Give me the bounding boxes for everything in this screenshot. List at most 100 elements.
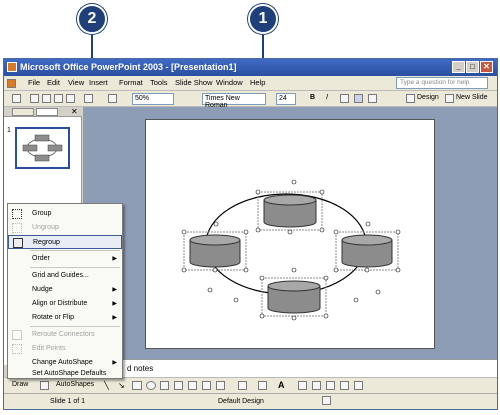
thumbnail-diagram [22,134,63,162]
menu-item-group[interactable]: Group [8,207,122,221]
line-color-icon[interactable] [258,381,267,390]
design-icon[interactable] [406,94,415,103]
dash-style-icon[interactable] [312,381,321,390]
menu-item-reroute-connectors[interactable]: Reroute Connectors [8,328,122,342]
font-size-select[interactable]: 24 [276,93,296,105]
slide-workspace [83,107,497,359]
top-cylinder[interactable] [257,191,323,231]
menu-item-grid-guides[interactable]: Grid and Guides... [8,269,122,283]
callout-1: 1 [248,4,278,34]
cycle-diagram[interactable] [146,120,434,348]
slide-number: 1 [7,127,11,134]
menu-view[interactable]: View [68,78,84,87]
picture-icon[interactable] [216,381,225,390]
submenu-arrow-icon: ▶ [112,360,117,366]
bold-button[interactable]: B [310,94,315,101]
submenu-arrow-icon: ▶ [112,256,117,262]
window-title: Microsoft Office PowerPoint 2003 - [Pres… [20,62,237,72]
document-icon[interactable] [7,79,16,88]
menu-item-ungroup[interactable]: Ungroup [8,221,122,235]
wordart-icon[interactable] [174,381,183,390]
minimize-button[interactable]: _ [452,61,465,73]
bottom-cylinder[interactable] [261,277,327,317]
group-icon [12,209,22,219]
notes-placeholder: d notes [127,364,154,373]
oval-icon[interactable] [146,381,156,390]
status-design: Default Design [218,398,264,405]
menu-item-order[interactable]: Order ▶ [8,252,122,266]
design-button[interactable]: Design [417,94,439,101]
ungroup-icon [12,223,22,233]
font-select[interactable]: Times New Roman [202,93,266,109]
menu-item-set-autoshape-defaults[interactable]: Set AutoShape Defaults [8,367,122,381]
powerpoint-app-icon [7,62,17,72]
menu-item-edit-points[interactable]: Edit Points [8,342,122,356]
draw-menu-button[interactable]: Draw [12,381,28,388]
title-bar: Microsoft Office PowerPoint 2003 - [Pres… [4,59,497,76]
menu-tools[interactable]: Tools [150,78,168,87]
edit-points-icon [12,344,22,354]
line-icon[interactable]: ╲ [104,381,109,390]
help-search-input[interactable]: Type a question for help [396,77,488,89]
cut-icon[interactable] [30,94,39,103]
panel-tabs: ✕ [4,107,82,117]
paste-icon[interactable] [54,94,63,103]
menu-item-nudge[interactable]: Nudge ▶ [8,283,122,297]
maximize-button[interactable]: □ [466,61,479,73]
menu-file[interactable]: File [28,78,40,87]
tab-outline[interactable] [12,108,34,116]
zoom-select[interactable]: 50% [132,93,174,105]
notes-pane[interactable]: d notes [83,359,497,377]
right-cylinder[interactable] [335,231,399,271]
slide-canvas[interactable] [145,119,435,349]
close-button[interactable]: ✕ [480,61,493,73]
slide-thumbnail[interactable] [15,127,70,169]
diagram-icon[interactable] [188,381,197,390]
copy-icon[interactable] [42,94,51,103]
fill-color-icon[interactable] [238,381,247,390]
redo-icon[interactable] [108,94,117,103]
arrow-icon[interactable]: ↘ [118,381,125,390]
status-bar: Slide 1 of 1 Default Design [4,393,497,409]
arrow-style-icon[interactable] [326,381,335,390]
regroup-icon [13,238,23,248]
draw-context-menu: Group Ungroup Regroup Order ▶ Grid and G… [7,203,123,379]
close-panel-icon[interactable]: ✕ [71,107,78,116]
menu-item-regroup[interactable]: Regroup [8,235,122,249]
center-icon[interactable] [354,94,363,103]
new-icon[interactable] [12,94,21,103]
menu-item-rotate-flip[interactable]: Rotate or Flip ▶ [8,311,122,325]
tab-slides[interactable] [36,108,58,116]
italic-button[interactable]: I [326,94,328,101]
menu-separator [30,326,120,327]
new-slide-button[interactable]: New Slide [456,94,488,101]
submenu-arrow-icon: ▶ [112,315,117,321]
format-painter-icon[interactable] [66,94,75,103]
menu-slide-show[interactable]: Slide Show [175,78,213,87]
menu-insert[interactable]: Insert [89,78,108,87]
menu-format[interactable]: Format [119,78,143,87]
menu-window[interactable]: Window [216,78,243,87]
menu-item-align-distribute[interactable]: Align or Distribute ▶ [8,297,122,311]
shadow-icon[interactable] [340,381,349,390]
3d-icon[interactable] [354,381,363,390]
callout-2: 2 [77,4,107,34]
line-style-icon[interactable] [298,381,307,390]
font-color-draw-icon[interactable]: A [278,380,285,390]
autoshapes-menu-button[interactable]: AutoShapes [56,381,94,388]
spelling-icon[interactable] [322,396,331,405]
textbox-icon[interactable] [160,381,169,390]
menu-help[interactable]: Help [250,78,265,87]
font-color-icon[interactable] [368,94,377,103]
standard-toolbar: 50% Times New Roman 24 B I Design New Sl… [4,91,497,109]
status-slide: Slide 1 of 1 [50,398,86,405]
menu-edit[interactable]: Edit [47,78,60,87]
align-left-icon[interactable] [340,94,349,103]
select-objects-icon[interactable] [40,381,49,390]
rectangle-icon[interactable] [132,381,142,390]
left-cylinder[interactable] [183,231,247,271]
clipart-icon[interactable] [202,381,211,390]
new-slide-icon[interactable] [445,94,454,103]
menu-bar: File Edit View Insert Format Tools Slide… [4,76,497,91]
undo-icon[interactable] [84,94,93,103]
